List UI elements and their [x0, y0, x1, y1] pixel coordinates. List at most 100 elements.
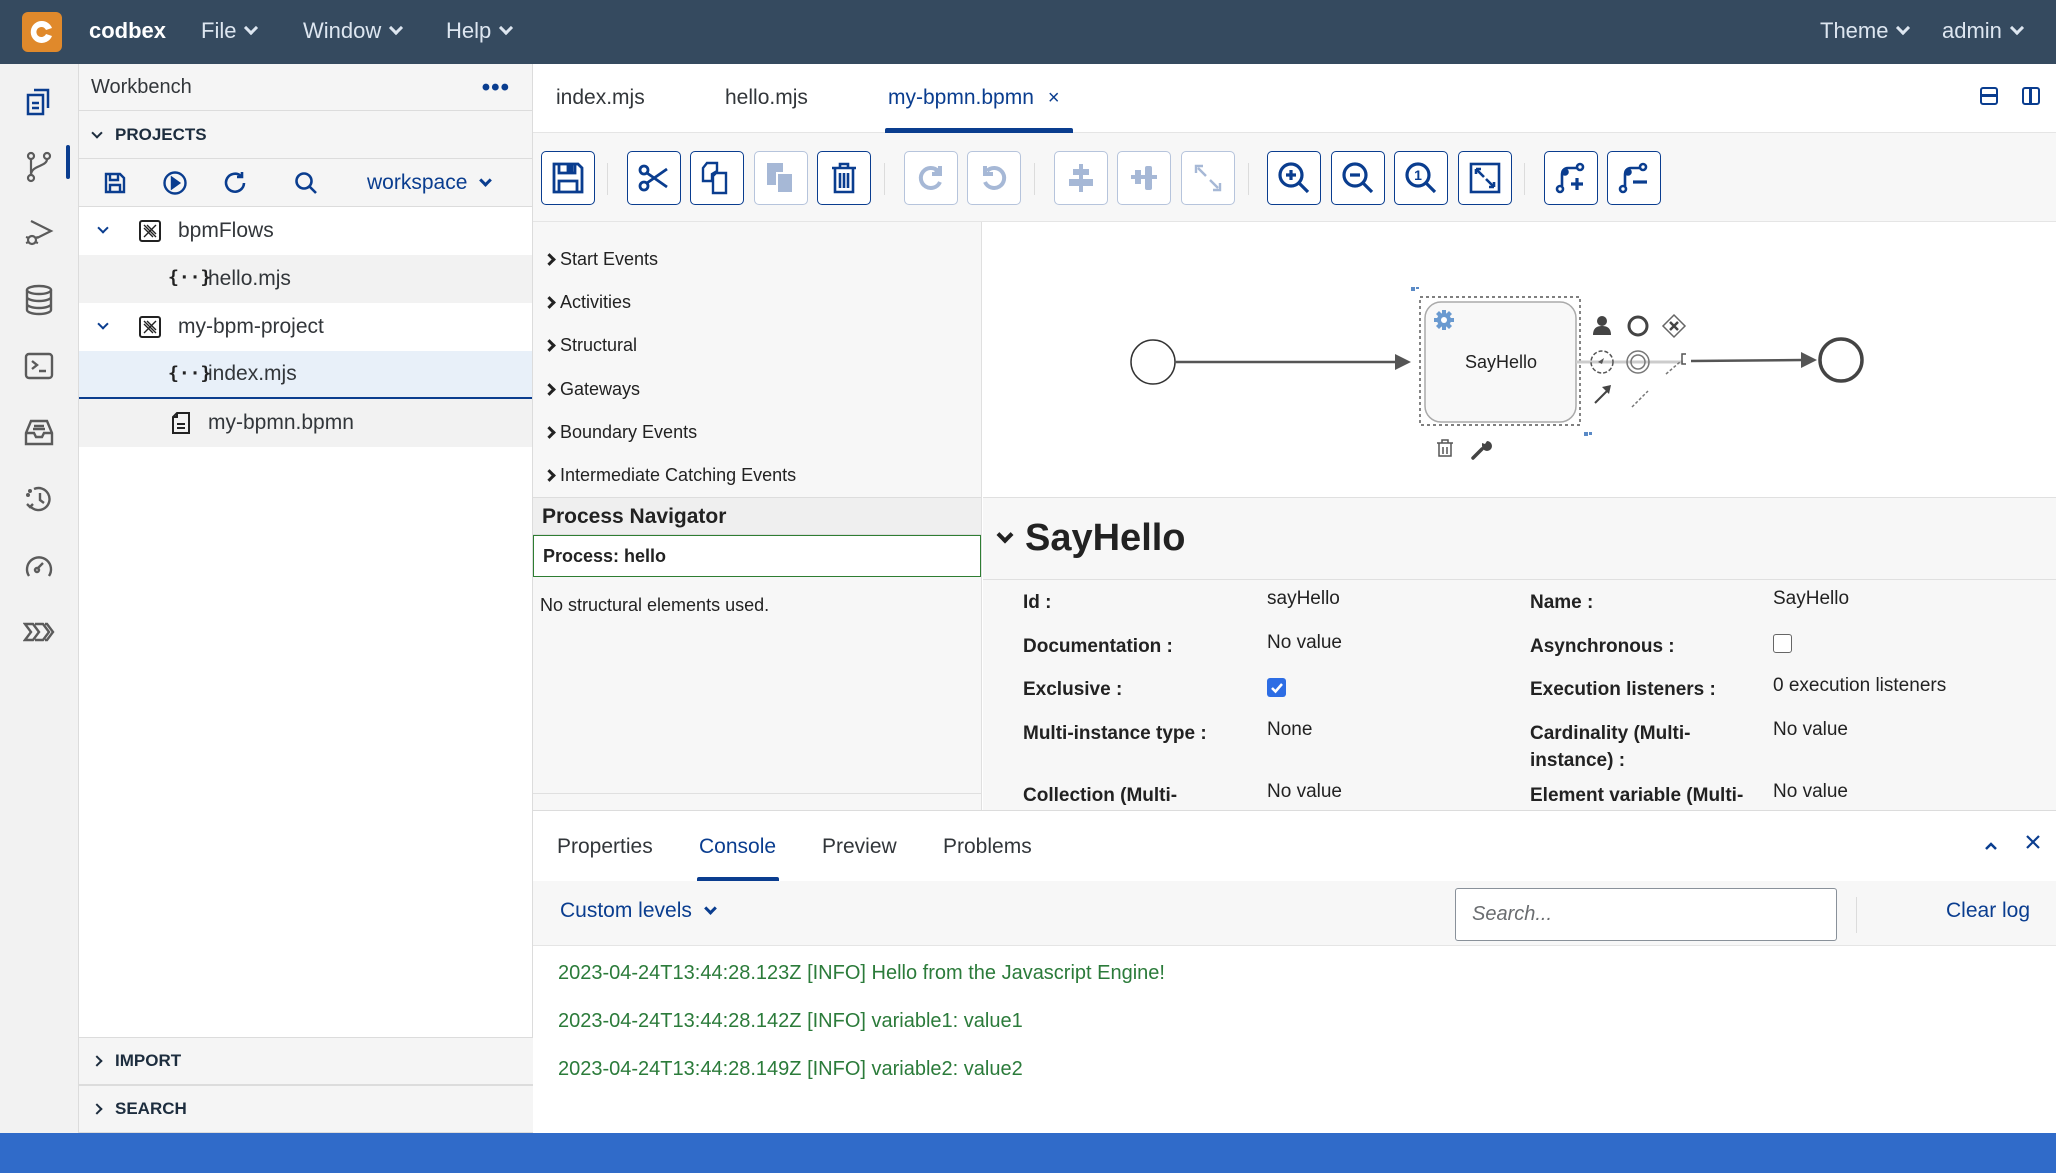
end-event-icon[interactable]: [1627, 315, 1649, 337]
search-icon[interactable]: [292, 169, 320, 197]
tree-item-project[interactable]: my-bpm-project: [79, 303, 532, 351]
service-task[interactable]: SayHello: [1424, 301, 1577, 423]
checkbox-checked[interactable]: [1267, 678, 1286, 697]
user-task-icon[interactable]: [1593, 316, 1611, 335]
prop-value-collection[interactable]: No value: [1267, 781, 1342, 803]
tab-problems[interactable]: Problems: [943, 835, 1032, 859]
tab-hello-mjs[interactable]: hello.mjs: [725, 86, 808, 110]
history-icon[interactable]: [20, 480, 58, 518]
debug-icon[interactable]: [20, 214, 58, 252]
checkbox-unchecked[interactable]: [1773, 634, 1792, 653]
horizontal-scrollbar[interactable]: [533, 793, 981, 794]
workspace-select[interactable]: workspace: [367, 171, 493, 195]
codbex-logo-icon[interactable]: [22, 12, 62, 52]
tree-item-file[interactable]: {··} hello.mjs: [79, 255, 532, 303]
maximize-panel-icon[interactable]: [1984, 838, 1998, 856]
menu-user[interactable]: admin: [1942, 18, 2024, 44]
prop-value-multi-instance-type[interactable]: None: [1267, 719, 1312, 741]
same-size-button[interactable]: [1181, 151, 1235, 205]
menu-theme[interactable]: Theme: [1820, 18, 1911, 44]
save-all-icon[interactable]: [101, 169, 129, 197]
prop-value-name[interactable]: SayHello: [1773, 588, 1849, 610]
import-section-header[interactable]: IMPORT: [79, 1037, 533, 1085]
terminal-icon[interactable]: [20, 347, 58, 385]
bpmn-canvas[interactable]: SayHello: [983, 222, 2056, 497]
palette-group-structural[interactable]: Structural: [543, 335, 638, 356]
close-panel-icon[interactable]: [2025, 834, 2041, 855]
redo-button[interactable]: [904, 151, 958, 205]
chevron-down-icon[interactable]: [97, 318, 109, 330]
sequence-flow-1[interactable]: [1175, 354, 1411, 370]
sequence-flow-2[interactable]: [1690, 352, 1817, 368]
association-icon[interactable]: [1631, 390, 1649, 408]
properties-header[interactable]: SayHello: [983, 498, 2056, 580]
menu-help[interactable]: Help: [446, 18, 514, 44]
zoom-in-button[interactable]: [1267, 151, 1321, 205]
projects-section-header[interactable]: PROJECTS: [79, 111, 532, 159]
git-icon[interactable]: [20, 148, 58, 186]
zoom-actual-button[interactable]: 1: [1394, 151, 1448, 205]
navigator-process-item[interactable]: Process: hello: [533, 535, 981, 577]
flows-icon[interactable]: [20, 613, 58, 651]
database-icon[interactable]: [20, 281, 58, 319]
asynchronous-checkbox[interactable]: [1773, 634, 1792, 653]
wrench-icon[interactable]: [1471, 441, 1492, 460]
delete-button[interactable]: [817, 151, 871, 205]
gateway-icon[interactable]: [1661, 313, 1687, 339]
palette-group-activities[interactable]: Activities: [543, 292, 631, 313]
tab-preview[interactable]: Preview: [822, 835, 897, 859]
connect-icon[interactable]: [1594, 385, 1611, 404]
copy-button[interactable]: [690, 151, 744, 205]
run-icon[interactable]: [161, 169, 189, 197]
menu-file[interactable]: File: [201, 18, 259, 44]
tab-index-mjs[interactable]: index.mjs: [556, 86, 645, 110]
align-vertical-button[interactable]: [1117, 151, 1171, 205]
align-horizontal-button[interactable]: [1054, 151, 1108, 205]
split-horizontal-icon[interactable]: [1980, 87, 1998, 105]
split-vertical-icon[interactable]: [2022, 87, 2040, 105]
paste-button[interactable]: [754, 151, 808, 205]
refresh-icon[interactable]: [221, 169, 249, 197]
dashboard-icon[interactable]: [20, 547, 58, 585]
tab-properties[interactable]: Properties: [557, 835, 653, 859]
add-bendpoint-button[interactable]: [1544, 151, 1598, 205]
save-button[interactable]: [541, 151, 595, 205]
tree-item-project[interactable]: bpmFlows: [79, 207, 532, 255]
prop-value-element-variable[interactable]: No value: [1773, 781, 1848, 803]
palette-group-start-events[interactable]: Start Events: [543, 249, 658, 270]
zoom-out-button[interactable]: [1331, 151, 1385, 205]
chevron-right-icon: [543, 339, 556, 352]
tab-my-bpmn[interactable]: my-bpmn.bpmn ×: [888, 86, 1060, 110]
tab-console[interactable]: Console: [699, 835, 776, 859]
palette-group-gateways[interactable]: Gateways: [543, 379, 640, 400]
delete-icon[interactable]: [1437, 439, 1453, 457]
remove-bendpoint-button[interactable]: [1607, 151, 1661, 205]
chevron-down-icon[interactable]: [97, 222, 109, 234]
more-options-icon[interactable]: •••: [482, 74, 510, 102]
prop-value-cardinality[interactable]: No value: [1773, 719, 1848, 741]
tree-item-file[interactable]: my-bpmn.bpmn: [79, 399, 532, 447]
zoom-fit-button[interactable]: [1458, 151, 1512, 205]
log-levels-dropdown[interactable]: Custom levels: [560, 899, 717, 923]
console-search-input[interactable]: [1455, 888, 1837, 941]
text-annotation-icon[interactable]: [1665, 353, 1686, 375]
prop-value-execution-listeners[interactable]: 0 execution listeners: [1773, 675, 1946, 697]
undo-button[interactable]: [967, 151, 1021, 205]
palette-group-boundary-events[interactable]: Boundary Events: [543, 422, 697, 443]
start-event[interactable]: [1130, 339, 1176, 385]
cut-button[interactable]: [627, 151, 681, 205]
menu-help-label: Help: [446, 18, 492, 43]
search-section-header[interactable]: SEARCH: [79, 1085, 533, 1133]
menu-window[interactable]: Window: [303, 18, 404, 44]
prop-value-documentation[interactable]: No value: [1267, 632, 1342, 654]
end-event[interactable]: [1818, 337, 1864, 383]
tree-item-file-selected[interactable]: {··} index.mjs: [79, 351, 532, 399]
prop-value-id[interactable]: sayHello: [1267, 588, 1340, 610]
close-icon[interactable]: ×: [1048, 87, 1060, 109]
inbox-icon[interactable]: [20, 414, 58, 452]
clear-log-button[interactable]: Clear log: [1946, 899, 2030, 923]
palette-group-intermediate-catching-events[interactable]: Intermediate Catching Events: [543, 465, 796, 486]
workbench-icon[interactable]: [20, 81, 58, 119]
palette-group-label: Structural: [560, 335, 638, 355]
exclusive-checkbox[interactable]: [1267, 678, 1286, 697]
